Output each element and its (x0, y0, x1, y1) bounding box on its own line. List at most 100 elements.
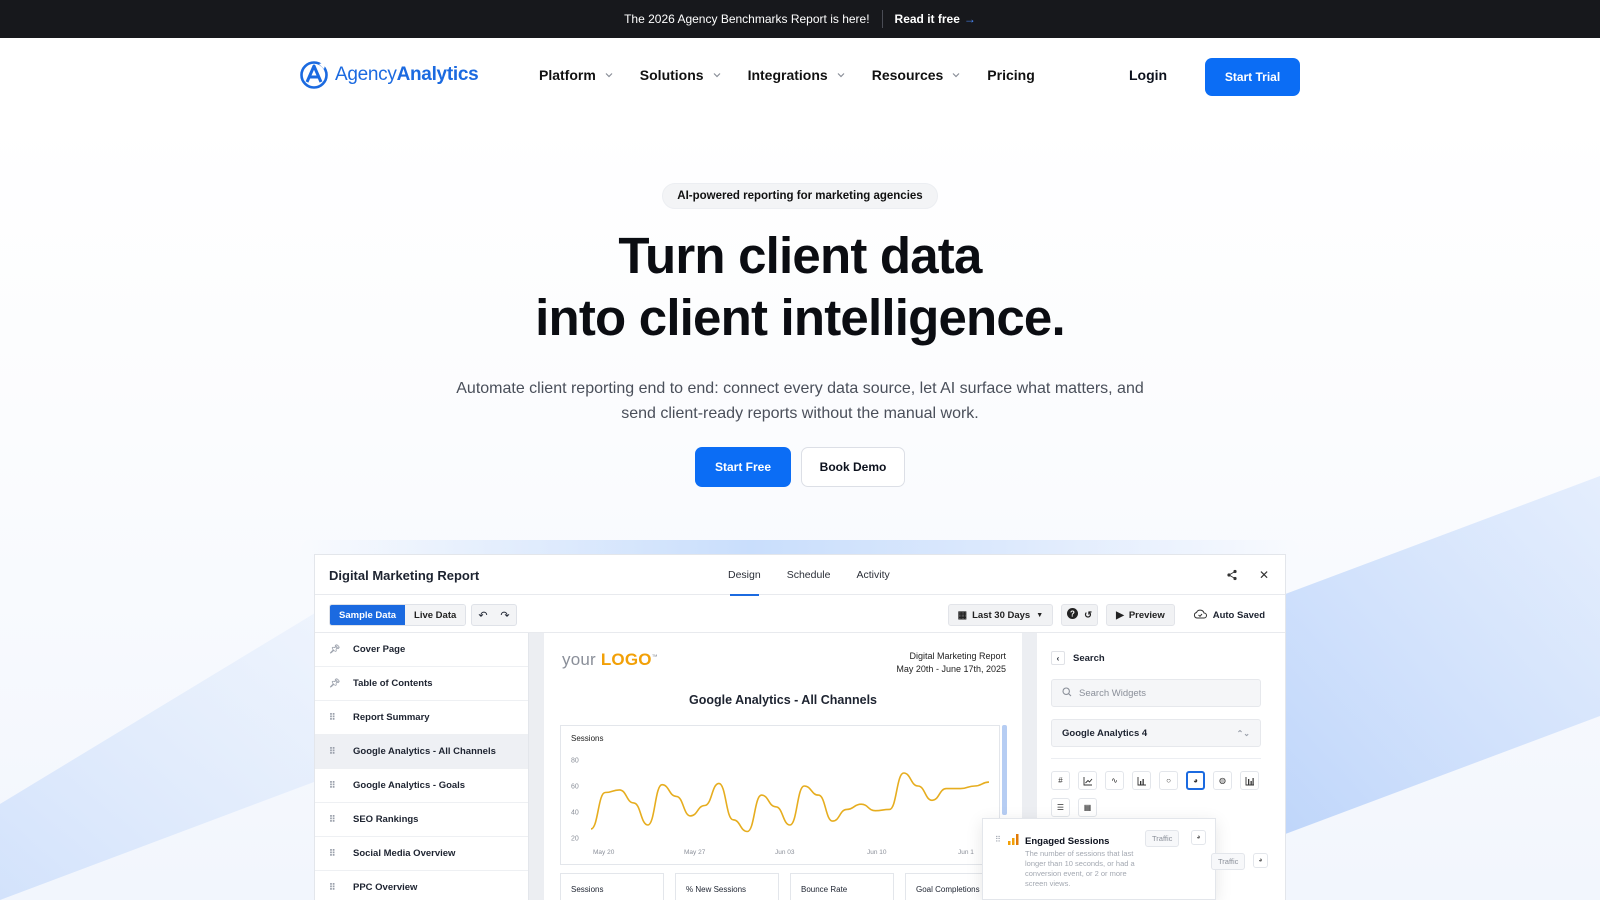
sidebar-item-report-summary[interactable]: ⠿ Report Summary (315, 701, 528, 735)
sidebar-item-ppc-overview[interactable]: ⠿ PPC Overview (315, 871, 528, 900)
tab-schedule[interactable]: Schedule (774, 555, 844, 595)
sample-data-button[interactable]: Sample Data (330, 605, 406, 625)
drag-handle-icon[interactable]: ⠿ (329, 882, 343, 893)
drag-handle-icon[interactable]: ⠿ (329, 848, 343, 859)
brand-name-bold: Analytics (396, 64, 479, 85)
share-icon[interactable] (1225, 568, 1239, 582)
drag-handle-icon[interactable]: ⠿ (995, 835, 1001, 844)
bar-chart-icon[interactable] (1132, 771, 1151, 790)
sidebar-item-label: SEO Rankings (353, 814, 419, 825)
hero-headline: Turn client data into client intelligenc… (400, 225, 1200, 349)
nav-item-label: Resources (871, 67, 944, 83)
login-link[interactable]: Login (1129, 67, 1167, 83)
integration-select[interactable]: Google Analytics 4 ⌃⌄ (1051, 719, 1261, 747)
metric-card-new-sessions[interactable]: % New Sessions (675, 873, 779, 900)
sidebar-item-ga-all-channels[interactable]: ⠿ Google Analytics - All Channels (315, 735, 528, 769)
data-mode-toggle: Sample Data Live Data (329, 604, 467, 626)
donut-icon[interactable]: ○ (1159, 771, 1178, 790)
book-demo-button[interactable]: Book Demo (801, 447, 905, 487)
sidebar-item-label: PPC Overview (353, 882, 418, 893)
nav-item-solutions[interactable]: Solutions (640, 67, 722, 83)
brand-name-light: Agency (335, 64, 397, 85)
integration-select-value: Google Analytics 4 (1062, 727, 1148, 739)
pie-chart-icon[interactable]: ◕ (1186, 771, 1205, 790)
live-data-button[interactable]: Live Data (405, 605, 466, 625)
main-nav: AgencyAnalytics Platform Solutions Integ… (0, 38, 1600, 116)
line-chart-icon[interactable] (1078, 771, 1097, 790)
sidebar-item-ga-goals[interactable]: ⠿ Google Analytics - Goals (315, 769, 528, 803)
nav-item-resources[interactable]: Resources (872, 67, 962, 83)
sidebar-item-social-media[interactable]: ⠿ Social Media Overview (315, 837, 528, 871)
placeholder-logo[interactable]: your LOGO™ (562, 650, 658, 670)
cloud-check-icon (1193, 609, 1207, 622)
metric-cards: Sessions % New Sessions Bounce Rate Goal… (560, 873, 1009, 900)
tab-design[interactable]: Design (715, 555, 774, 596)
preview-label: Preview (1128, 609, 1165, 621)
announcement-divider (881, 10, 883, 28)
y-tick-label: 40 (571, 810, 579, 817)
date-range-select[interactable]: ▦ Last 30 Days ▼ (947, 604, 1054, 626)
y-tick-label: 20 (571, 836, 579, 843)
metric-card-bounce-rate[interactable]: Bounce Rate (790, 873, 894, 900)
chart-scrollbar[interactable] (1002, 725, 1007, 815)
nav-menu: Platform Solutions Integrations Resource… (539, 67, 1061, 83)
announcement-bar: The 2026 Agency Benchmarks Report is her… (0, 0, 1600, 38)
x-tick-label: Jun 10 (867, 849, 887, 856)
brand-wordmark: AgencyAnalytics (335, 64, 479, 86)
report-meta-name: Digital Marketing Report (909, 651, 1006, 661)
chevron-left-icon[interactable]: ‹ (1051, 651, 1065, 665)
help-icon[interactable]: ? (1067, 608, 1079, 622)
nav-item-platform[interactable]: Platform (539, 67, 614, 83)
brand-logo[interactable]: AgencyAnalytics (299, 60, 479, 90)
hero-pill-badge: AI-powered reporting for marketing agenc… (662, 183, 938, 209)
nav-item-label: Pricing (987, 67, 1035, 83)
sidebar-item-cover-page[interactable]: 📌︎ Cover Page (315, 633, 528, 667)
sidebar-item-label: Google Analytics - All Channels (353, 746, 496, 757)
chevron-updown-icon: ⌃⌄ (1236, 728, 1250, 738)
preview-button[interactable]: ▶ Preview (1106, 604, 1175, 626)
sidebar-item-label: Social Media Overview (353, 848, 456, 859)
nav-item-pricing[interactable]: Pricing (987, 67, 1034, 83)
x-tick-label: May 27 (684, 849, 706, 856)
widget-search-placeholder: Search Widgets (1079, 687, 1147, 699)
sidebar-item-table-of-contents[interactable]: 📌︎ Table of Contents (315, 667, 528, 701)
sidebar-item-label: Table of Contents (353, 678, 433, 689)
drag-handle-icon[interactable]: ⠿ (329, 780, 343, 791)
sparkline-icon[interactable]: ∿ (1105, 771, 1124, 790)
widget-search-input[interactable]: Search Widgets (1051, 679, 1261, 707)
dragged-widget-card[interactable]: ⠿ Engaged Sessions The number of session… (982, 818, 1216, 900)
redo-icon[interactable]: ↷ (494, 605, 516, 625)
widget-category-tag: Traffic (1145, 830, 1180, 847)
globe-icon[interactable]: ◍ (1213, 771, 1232, 790)
start-trial-button[interactable]: Start Trial (1205, 58, 1300, 96)
history-icon[interactable]: ↺ (1084, 610, 1092, 621)
report-meta-dates: May 20th - June 17th, 2025 (896, 664, 1006, 674)
announcement-link[interactable]: Read it free (895, 12, 960, 26)
arrow-right-icon[interactable]: → (964, 12, 976, 26)
nav-item-integrations[interactable]: Integrations (748, 67, 846, 83)
agencyanalytics-logo-icon (300, 61, 328, 89)
drag-handle-icon[interactable]: ⠿ (329, 746, 343, 757)
caret-down-icon: ▼ (1036, 611, 1044, 619)
close-icon[interactable]: ✕ (1257, 568, 1271, 582)
panel-divider (1051, 758, 1261, 759)
history-controls: ↶ ↷ (471, 604, 517, 626)
widget-type-grid: # ∿ ○ ◕ ◍ ☰ ▦ (1051, 771, 1261, 817)
stacked-bar-icon[interactable]: ☰ (1051, 798, 1070, 817)
table-icon[interactable]: ▦ (1078, 798, 1097, 817)
drag-handle-icon[interactable]: ⠿ (329, 814, 343, 825)
undo-icon[interactable]: ↶ (472, 605, 494, 625)
metric-card-sessions[interactable]: Sessions (560, 873, 664, 900)
start-free-button[interactable]: Start Free (695, 447, 791, 487)
widget-card-description: The number of sessions that last longer … (1025, 849, 1135, 888)
sessions-chart-card[interactable]: Sessions 20 40 60 80 May 20 May 27 Jun 03 Jun 1… (560, 725, 1000, 865)
tab-activity[interactable]: Activity (843, 555, 902, 595)
hero-headline-line-2: into client intelligence. (535, 289, 1066, 346)
column-chart-icon[interactable] (1240, 771, 1259, 790)
sidebar-item-seo-rankings[interactable]: ⠿ SEO Rankings (315, 803, 528, 837)
hero-headline-line-1: Turn client data (618, 227, 982, 284)
report-header: Digital Marketing Report Design Schedule… (315, 555, 1285, 596)
hash-icon[interactable]: # (1051, 771, 1070, 790)
report-toolbar: Sample Data Live Data ↶ ↷ ▦ Last 30 Days… (315, 595, 1285, 633)
drag-handle-icon[interactable]: ⠿ (329, 712, 343, 723)
